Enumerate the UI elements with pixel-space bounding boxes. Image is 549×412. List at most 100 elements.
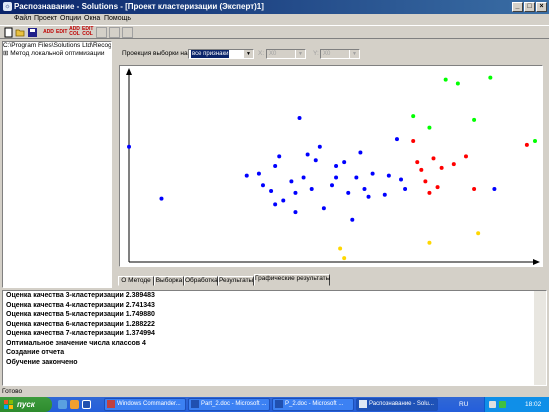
- scatter-point: [334, 175, 339, 180]
- word-icon: [275, 400, 283, 408]
- scatter-point: [382, 192, 387, 197]
- tree-item-local-optimization[interactable]: ⊞ Метод локальной оптимизации: [3, 49, 111, 57]
- edit-icon[interactable]: EDIT: [56, 27, 67, 38]
- log-line: Оценка качества 4-кластеризации 2.741343: [6, 301, 155, 309]
- log-line: Оценка качества 3-кластеризации 2.389483: [6, 292, 155, 299]
- scatter-point: [415, 160, 420, 165]
- scatter-point: [313, 158, 318, 163]
- menu-windows[interactable]: Окна: [84, 15, 100, 22]
- tab-sample[interactable]: Выборка: [154, 276, 184, 286]
- tab-graphic-results[interactable]: Графические результаты: [254, 274, 330, 286]
- edit-column-icon[interactable]: EDIT COL: [82, 27, 93, 38]
- scatter-point: [488, 75, 493, 80]
- scatter-point: [273, 202, 278, 207]
- task-recognition[interactable]: Распознавание - Solu...: [356, 398, 438, 411]
- scatter-point: [386, 173, 391, 178]
- x-axis-select-value: X0: [269, 51, 277, 57]
- new-document-icon[interactable]: [3, 27, 14, 38]
- system-tray: RU 18:02: [459, 397, 549, 412]
- scatter-point: [244, 173, 249, 178]
- browser-icon[interactable]: [70, 400, 79, 409]
- start-button[interactable]: пуск: [0, 397, 52, 412]
- log-scrollbar[interactable]: [534, 291, 546, 385]
- log-line: Обучение закончено: [6, 358, 78, 366]
- scatter-point: [524, 142, 529, 147]
- disabled-button-icon: [122, 27, 133, 38]
- scatter-point: [321, 206, 326, 211]
- open-folder-icon[interactable]: [15, 27, 26, 38]
- scatter-point: [427, 125, 432, 130]
- close-button[interactable]: ×: [536, 2, 547, 12]
- task-windows-commander[interactable]: Windows Commander...: [104, 398, 186, 411]
- tray-icon[interactable]: [489, 401, 496, 408]
- task-p2-doc[interactable]: P_2.doc - Microsoft ...: [272, 398, 354, 411]
- scatter-point: [159, 196, 164, 201]
- tree-root[interactable]: C:\Program Files\Solutions Ltd\Recogniti…: [3, 42, 111, 49]
- minimize-button[interactable]: _: [512, 2, 523, 12]
- menu-file[interactable]: Файл: [14, 15, 31, 22]
- tab-results[interactable]: Результаты: [218, 276, 254, 286]
- scatter-point: [435, 185, 440, 190]
- scatter-point: [411, 114, 416, 119]
- task-label: Windows Commander...: [117, 401, 181, 407]
- scatter-point: [342, 256, 347, 261]
- desktop-icon[interactable]: [58, 400, 67, 409]
- word-icon: [191, 400, 199, 408]
- menu-help[interactable]: Помощь: [104, 15, 131, 22]
- scatter-point: [366, 194, 371, 199]
- scatter-point: [443, 77, 448, 82]
- task-label: Распознавание - Solu...: [369, 401, 434, 407]
- maximize-button[interactable]: □: [524, 2, 535, 12]
- task-part2-doc[interactable]: Part_2.doc - Microsoft ...: [188, 398, 270, 411]
- scatter-point: [309, 187, 314, 192]
- scatter-point: [260, 183, 265, 188]
- projection-label: Проекция выборки на:: [122, 50, 190, 57]
- clock: 18:02: [525, 401, 542, 408]
- menu-options[interactable]: Опции: [60, 15, 81, 22]
- disabled-button-icon: [96, 27, 107, 38]
- title-bar: ☼ Распознавание - Solutions - [Проект кл…: [0, 0, 549, 14]
- projection-select-value: все признаки: [191, 50, 230, 58]
- scatter-point: [346, 190, 351, 195]
- save-icon[interactable]: [27, 27, 38, 38]
- scatter-plot-svg: [126, 68, 540, 265]
- scatter-point: [533, 139, 537, 144]
- scatter-point: [330, 183, 334, 188]
- scatter-point: [342, 160, 347, 165]
- scatter-point: [362, 187, 367, 192]
- chevron-down-icon: ▼: [295, 50, 305, 58]
- tray-icon[interactable]: [499, 401, 506, 408]
- scatter-point: [256, 171, 261, 176]
- app-icon: ☼: [3, 2, 12, 11]
- menu-bar: Файл Проект Опции Окна Помощь: [0, 14, 549, 25]
- status-bar: Готово: [0, 387, 549, 397]
- project-tree[interactable]: C:\Program Files\Solutions Ltd\Recogniti…: [2, 41, 112, 288]
- tab-method[interactable]: О Методе: [118, 276, 154, 286]
- y-axis-select-value: X0: [323, 51, 331, 57]
- scatter-point: [370, 171, 375, 176]
- scatter-point: [411, 139, 416, 144]
- x-axis-select: X0 ▼: [266, 49, 306, 59]
- menu-project[interactable]: Проект: [34, 15, 57, 22]
- scatter-point: [269, 188, 274, 193]
- word-icon[interactable]: [82, 400, 91, 409]
- scatter-point: [338, 246, 343, 251]
- status-text: Готово: [2, 388, 23, 395]
- log-line: Оценка качества 6-кластеризации 1.288222: [6, 320, 155, 328]
- y-axis-label: Y:: [313, 50, 319, 57]
- language-indicator[interactable]: RU: [459, 401, 468, 408]
- expand-icon[interactable]: ⊞: [3, 50, 8, 57]
- scatter-point: [334, 164, 339, 168]
- projection-select[interactable]: все признаки ▼: [188, 49, 254, 59]
- chevron-down-icon[interactable]: ▼: [243, 50, 253, 58]
- scatter-point: [305, 152, 310, 157]
- log-line: Оценка качества 7-кластеризации 1.374994: [6, 330, 155, 337]
- scatter-point: [358, 150, 363, 155]
- scatter-point: [354, 175, 359, 180]
- add-column-icon[interactable]: ADD COL: [69, 27, 80, 38]
- add-icon[interactable]: ADD: [43, 27, 54, 38]
- log-line: Оценка качества 5-кластеризации 1.749880: [6, 311, 155, 318]
- tab-processing[interactable]: Обработка: [184, 276, 218, 286]
- log-line: Оптимальное значение числа классов 4: [6, 339, 146, 347]
- scatter-point: [431, 156, 436, 161]
